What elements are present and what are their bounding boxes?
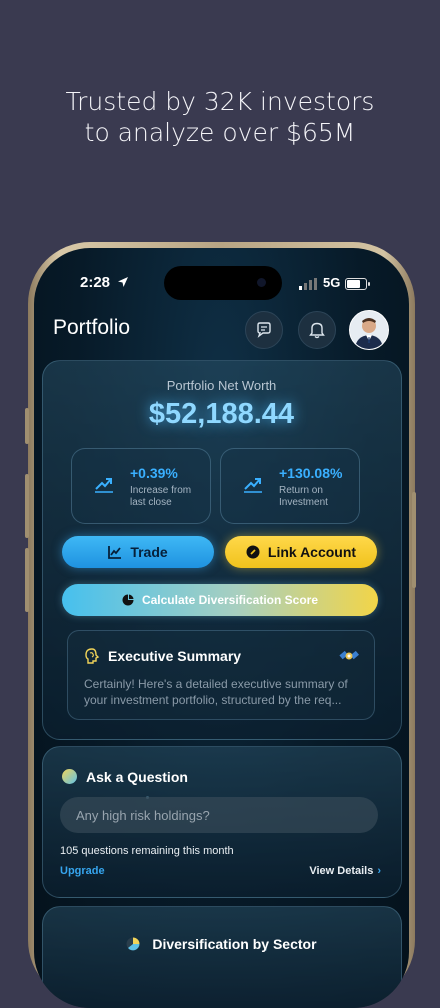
notifications-button[interactable]: [298, 311, 336, 349]
stat-caption-line: Return on: [279, 485, 323, 496]
summary-line: Certainly! Here's a detailed executive s…: [84, 677, 348, 691]
network-label: 5G: [323, 275, 341, 290]
diversification-card: [42, 906, 402, 1008]
executive-summary-card[interactable]: Executive Summary Certainly! Here's a de…: [67, 630, 375, 720]
pie-chart-icon: [122, 594, 134, 606]
view-details-link[interactable]: View Details ›: [309, 865, 381, 877]
pie-chart-icon: [126, 937, 140, 951]
upgrade-link[interactable]: Upgrade: [60, 865, 105, 877]
status-time: 2:28: [80, 274, 129, 291]
stat-caption: Increase from last close: [130, 485, 191, 509]
location-arrow-icon: [118, 277, 129, 287]
headline: Trusted by 32K investors to analyze over…: [0, 86, 440, 148]
stat-value: +0.39%: [130, 465, 178, 481]
questions-remaining: 105 questions remaining this month: [60, 845, 234, 857]
stat-value: +130.08%: [279, 465, 343, 481]
net-worth-label: Portfolio Net Worth: [166, 378, 277, 393]
ask-orb-icon: [62, 769, 77, 784]
chevron-right-icon: ›: [377, 865, 381, 877]
link-account-button-label: Link Account: [267, 544, 357, 560]
avatar[interactable]: [349, 310, 389, 350]
trend-up-icon: [95, 478, 113, 493]
summary-line: your investment portfolio, structured by…: [84, 693, 342, 707]
status-time-text: 2:28: [80, 274, 111, 291]
executive-summary-title: Executive Summary: [108, 648, 242, 664]
trend-up-icon: [244, 478, 262, 493]
page-title: Portfolio: [53, 316, 131, 339]
ask-question-title: Ask a Question: [86, 769, 188, 785]
headline-line-2: to analyze over $65M: [84, 118, 356, 147]
stat-card-return: +130.08% Return on Investment: [220, 448, 360, 524]
dynamic-island: [164, 266, 282, 300]
headline-line-1: Trusted by 32K investors: [65, 87, 375, 116]
chart-line-icon: [108, 546, 122, 559]
stat-caption: Return on Investment: [279, 485, 328, 509]
battery-icon: [345, 278, 370, 290]
phone-screen: 2:28 5G Portfolio Portfolio Net Worth $5…: [34, 248, 409, 1008]
stat-caption-line: Investment: [279, 497, 328, 508]
question-input[interactable]: [60, 797, 378, 833]
calculate-diversification-label: Calculate Diversification Score: [141, 593, 319, 607]
brain-icon: [85, 648, 100, 664]
link-icon: [246, 545, 260, 559]
signal-icon: [299, 278, 317, 290]
phone-power-button: [412, 492, 416, 588]
stat-caption-line: last close: [130, 497, 172, 508]
trade-button-label: Trade: [130, 544, 168, 560]
chat-button[interactable]: [245, 311, 283, 349]
stat-card-daily-change: +0.39% Increase from last close: [71, 448, 211, 524]
satellite-icon: [339, 650, 359, 660]
phone-side-button: [25, 408, 29, 444]
net-worth-value: $52,188.44: [148, 398, 295, 430]
link-account-button[interactable]: Link Account: [225, 536, 377, 568]
chat-icon: [257, 322, 271, 338]
diversification-title-text: Diversification by Sector: [152, 936, 317, 952]
profile-photo-icon: [350, 311, 388, 349]
trade-button[interactable]: Trade: [62, 536, 214, 568]
phone-side-button: [25, 548, 29, 612]
executive-summary-text: Certainly! Here's a detailed executive s…: [84, 676, 364, 708]
diversification-title: Diversification by Sector: [34, 936, 409, 952]
calculate-diversification-button[interactable]: Calculate Diversification Score: [62, 584, 378, 616]
phone-side-button: [25, 474, 29, 538]
bell-icon: [309, 322, 325, 339]
view-details-label: View Details: [309, 865, 374, 877]
stat-caption-line: Increase from: [130, 485, 192, 496]
